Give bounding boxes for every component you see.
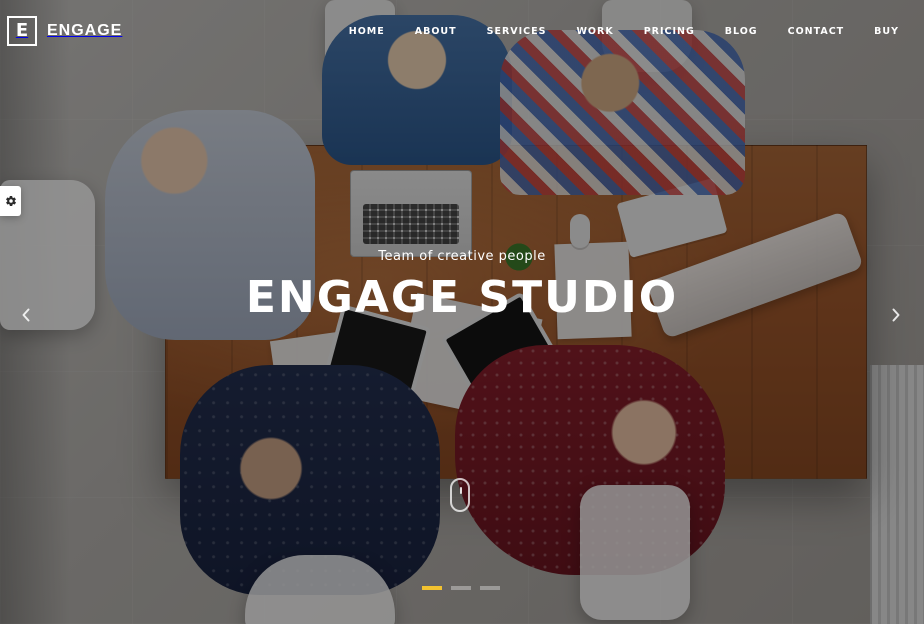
main-nav: HOME ABOUT SERVICES WORK PRICING BLOG CO… — [349, 26, 899, 37]
mouse-scroll-icon — [460, 487, 462, 494]
slider-dot-3[interactable] — [480, 586, 500, 590]
hero-slider: E ENGAGE HOME ABOUT SERVICES WORK PRICIN… — [0, 0, 924, 624]
nav-item-buy[interactable]: BUY — [874, 26, 899, 37]
logo-mark: E — [7, 16, 37, 46]
logo-link[interactable]: E ENGAGE — [7, 16, 122, 46]
gear-icon — [5, 192, 17, 211]
slider-dot-2[interactable] — [451, 586, 471, 590]
nav-item-services[interactable]: SERVICES — [487, 26, 547, 37]
scroll-indicator[interactable] — [450, 478, 470, 512]
slider-pagination — [422, 586, 500, 590]
nav-item-blog[interactable]: BLOG — [725, 26, 758, 37]
nav-item-about[interactable]: ABOUT — [415, 26, 457, 37]
settings-tab[interactable] — [0, 186, 21, 216]
nav-item-contact[interactable]: CONTACT — [788, 26, 845, 37]
site-header: E ENGAGE HOME ABOUT SERVICES WORK PRICIN… — [0, 0, 924, 62]
slider-dot-1[interactable] — [422, 586, 442, 590]
nav-item-home[interactable]: HOME — [349, 26, 385, 37]
hero-subtitle: Team of creative people — [378, 249, 546, 264]
hero-title: ENGAGE STUDIO — [245, 272, 679, 323]
logo-text: ENGAGE — [47, 22, 123, 39]
nav-item-work[interactable]: WORK — [576, 26, 613, 37]
nav-item-pricing[interactable]: PRICING — [644, 26, 695, 37]
